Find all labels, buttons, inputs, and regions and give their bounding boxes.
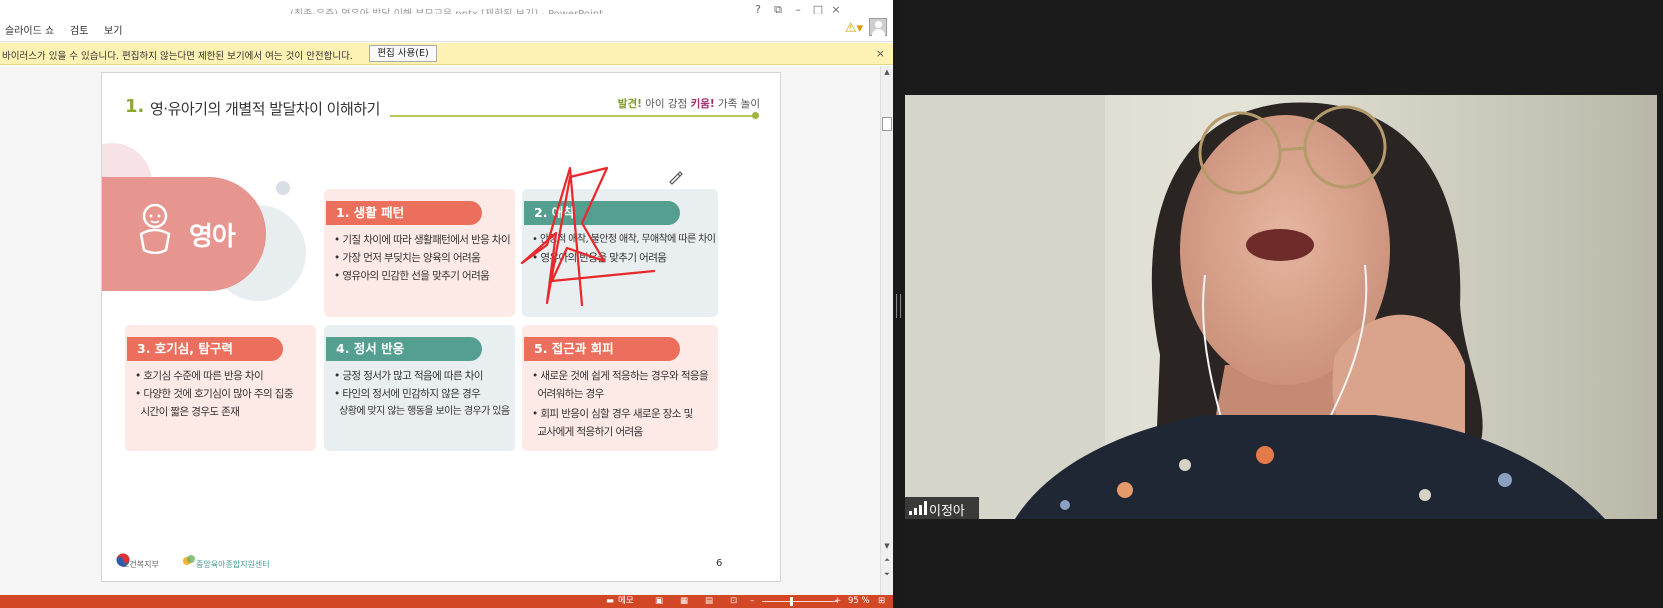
card-emotional-response: 4. 정서 반응 긍정 정서가 많고 적음에 따른 차이 타인의 정서에 민감하… (324, 325, 515, 451)
notes-icon[interactable]: ▬ (606, 595, 614, 608)
zoom-out-icon[interactable]: – (750, 595, 754, 608)
slide-section-number: 1. (125, 96, 145, 117)
card-curiosity: 3. 호기심, 탐구력 호기심 수준에 따른 반응 차이 다양한 것에 호기심이… (125, 325, 316, 451)
card-bullet-continued: 상황에 맞지 않는 행동을 보이는 경우가 있음 (339, 406, 510, 417)
warning-icon[interactable]: ⚠▾ (845, 21, 863, 36)
zoom-in-icon[interactable]: + (834, 595, 841, 608)
powerpoint-window: (최종-유준) 영유아 발달 이해 부모교육.pptx [제한된 보기] - P… (0, 0, 893, 608)
card-bullet: 다양한 것에 호기심이 많아 주의 집중 (135, 385, 293, 403)
card-bullet: 가장 먼저 부딪치는 양육의 어려움 (334, 249, 480, 267)
title-underline-dot (752, 112, 759, 119)
participant-video-frame (905, 95, 1657, 519)
infant-label: 영아 (189, 222, 236, 252)
protected-view-bar: 바이러스가 있을 수 있습니다. 편집하지 않는다면 제한된 보기에서 여는 것… (0, 43, 893, 65)
card-bullet: 호기심 수준에 따른 반응 차이 (135, 367, 263, 385)
card-bullet: 회피 반응이 심할 경우 새로운 장소 및 (532, 405, 693, 423)
center-name: 중앙육아종합지원센터 (196, 560, 270, 569)
split-divider-handle[interactable] (896, 294, 901, 318)
scroll-up-arrow-icon[interactable]: ▲ (881, 68, 893, 76)
card-approach-avoidance: 5. 접근과 회피 새로운 것에 쉽게 적응하는 경우와 적응을 어려워하는 경… (522, 325, 718, 451)
close-infobar-button[interactable]: × (876, 47, 885, 60)
card-bullet: 타인의 정서에 민감하지 않은 경우 (334, 385, 480, 403)
participant-name: 이정아 (929, 504, 965, 519)
tab-view[interactable]: 보기 (104, 22, 122, 37)
ribbon-tabs: 슬라이드 쇼 검토 보기 ⚠▾ (0, 14, 893, 42)
zoom-level[interactable]: 95 % (848, 595, 870, 608)
next-slide-icon[interactable]: ⏷ (881, 570, 893, 579)
slideshow-view-icon[interactable]: ⊡ (730, 595, 737, 608)
pen-cursor-icon (669, 171, 683, 185)
title-underline (390, 115, 754, 117)
vertical-scrollbar[interactable]: ▲ ▼ ⏶ ⏷ (880, 66, 893, 595)
previous-slide-icon[interactable]: ⏶ (881, 556, 893, 565)
card-bullet: 기질 차이에 따라 생활패턴에서 반응 차이 (334, 231, 510, 249)
decor-bubble (276, 181, 290, 195)
baby-icon (139, 203, 171, 254)
slide-title: 영·유아기의 개별적 발달차이 이해하기 (150, 100, 380, 118)
card-bullet-continued: 시간이 짧은 경우도 존재 (140, 406, 240, 418)
card-bullet: 영유아의 반응을 맞추기 어려움 (532, 249, 667, 267)
card-title: 3. 호기심, 탐구력 (127, 337, 283, 361)
normal-view-icon[interactable]: ▣ (655, 595, 663, 608)
tagline-part: 발견! (617, 98, 642, 110)
scroll-thumb[interactable] (882, 117, 892, 131)
ministry-name: 보건복지부 (122, 560, 159, 569)
zoom-slider-thumb[interactable] (790, 597, 793, 606)
card-title: 1. 생활 패턴 (326, 201, 482, 225)
center-logo-icon (183, 555, 195, 565)
slide-tagline: 발견! 아이 강점 키움! 가족 놀이 (618, 96, 760, 111)
card-bullet: 새로운 것에 쉽게 적응하는 경우와 적응을 (532, 367, 708, 385)
card-title: 5. 접근과 회피 (524, 337, 680, 361)
scroll-down-arrow-icon[interactable]: ▼ (881, 542, 893, 550)
reading-view-icon[interactable]: ▤ (705, 595, 713, 608)
protected-view-message: 바이러스가 있을 수 있습니다. 편집하지 않는다면 제한된 보기에서 여는 것… (2, 51, 353, 62)
card-bullet: 긍정 정서가 많고 적음에 따른 차이 (334, 367, 483, 385)
slide: 1. 영·유아기의 개별적 발달차이 이해하기 발견! 아이 강점 키움! 가족… (101, 72, 781, 582)
zoom-slider[interactable] (762, 601, 838, 602)
card-daily-pattern: 1. 생활 패턴 기질 차이에 따라 생활패턴에서 반응 차이 가장 먼저 부딪… (324, 189, 515, 317)
tagline-part: 가족 놀이 (714, 98, 760, 110)
card-bullet: 영유아의 민감한 선을 맞추기 어려움 (334, 267, 489, 285)
slide-sorter-icon[interactable]: ▦ (680, 595, 688, 608)
user-account-icon[interactable] (869, 18, 887, 36)
tab-slideshow[interactable]: 슬라이드 쇼 (5, 22, 54, 37)
signal-strength-icon (909, 501, 927, 515)
notes-button[interactable]: 메모 (618, 595, 634, 608)
card-title: 2. 애착 (524, 201, 680, 225)
page-number: 6 (716, 558, 723, 569)
participant-name-tag: 이정아 (905, 497, 979, 519)
status-bar: ▬ 메모 ▣ ▦ ▤ ⊡ – + 95 % ⊞ (0, 595, 893, 608)
fit-to-window-icon[interactable]: ⊞ (878, 595, 885, 608)
tagline-part: 키움! (690, 98, 715, 110)
infant-banner (102, 177, 266, 291)
card-title: 4. 정서 반응 (326, 337, 482, 361)
tagline-part: 아이 강점 (641, 98, 691, 110)
card-bullet-continued: 교사에게 적응하기 어려움 (537, 426, 643, 438)
card-attachment: 2. 애착 안정적 애착, 불안정 애착, 무애착에 따른 차이 영유아의 반응… (522, 189, 718, 317)
participant-video[interactable] (905, 95, 1657, 519)
card-bullet-continued: 어려워하는 경우 (537, 388, 604, 400)
card-bullet: 안정적 애착, 불안정 애착, 무애착에 따른 차이 (532, 231, 716, 249)
tab-review[interactable]: 검토 (70, 22, 88, 37)
enable-editing-button[interactable]: 편집 사용(E) (369, 45, 437, 62)
